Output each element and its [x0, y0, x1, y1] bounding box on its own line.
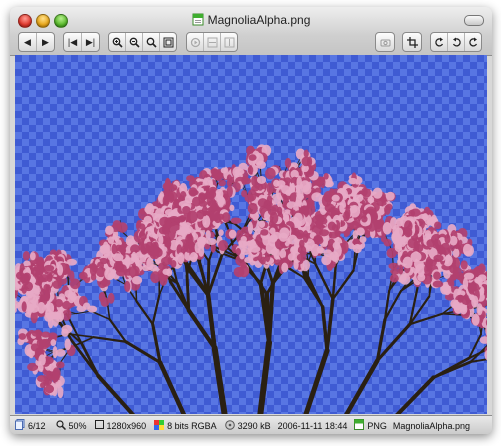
image-stack-icon [15, 419, 25, 432]
rotate-left-icon[interactable] [431, 33, 448, 51]
next-icon[interactable]: ▶ [37, 33, 54, 51]
status-color-depth: 8 bits RGBA [154, 419, 217, 432]
status-zoom: 50% [55, 419, 87, 432]
rotate-group [430, 32, 482, 52]
rotate-right-icon[interactable] [465, 33, 481, 51]
viewer-group [375, 32, 395, 52]
window-title-text: MagnoliaAlpha.png [207, 13, 311, 27]
disk-icon [224, 419, 235, 432]
color-palette-icon [154, 419, 165, 432]
image-canvas[interactable] [15, 55, 487, 414]
png-format-icon [354, 419, 365, 432]
first-last-group: |◀ ▶| [63, 32, 100, 52]
dimensions-icon [94, 420, 104, 431]
zoom-out-icon[interactable] [126, 33, 143, 51]
fit-width-icon[interactable] [204, 33, 221, 51]
slideshow-group [186, 32, 238, 52]
window-title: MagnoliaAlpha.png [10, 13, 492, 29]
last-icon[interactable]: ▶| [82, 33, 99, 51]
title-bar: MagnoliaAlpha.png ◀ ▶ |◀ ▶| [10, 7, 492, 56]
crop-group [402, 32, 422, 52]
zoom-group [108, 32, 177, 52]
status-file-size: 3290 kB [224, 419, 271, 432]
magnifier-icon [55, 419, 66, 432]
fit-height-icon[interactable] [221, 33, 237, 51]
status-dimensions: 1280x960 [94, 420, 146, 431]
zoom-fit-icon[interactable] [143, 33, 160, 51]
crop-icon[interactable] [403, 33, 421, 51]
first-icon[interactable]: |◀ [64, 33, 82, 51]
status-filename: MagnoliaAlpha.png [392, 420, 470, 431]
status-index: 6/12 [15, 419, 46, 432]
previous-icon[interactable]: ◀ [19, 33, 37, 51]
flip-icon[interactable] [448, 33, 465, 51]
status-date: 2006-11-11 18:44 [277, 420, 348, 431]
png-file-icon [192, 13, 204, 29]
status-format: PNG [354, 419, 387, 432]
zoom-in-icon[interactable] [109, 33, 126, 51]
image-viewer-window: MagnoliaAlpha.png ◀ ▶ |◀ ▶| 6/12 50% 128… [10, 7, 492, 434]
status-bar: 6/12 50% 1280x960 8 bits RGBA 3290 kB 20… [10, 415, 492, 434]
open-viewer-icon[interactable] [376, 33, 394, 51]
toolbar-toggle-button[interactable] [464, 15, 484, 26]
navigation-group: ◀ ▶ [18, 32, 55, 52]
zoom-actual-icon[interactable] [160, 33, 176, 51]
slideshow-icon[interactable] [187, 33, 204, 51]
magnolia-image [15, 144, 487, 414]
